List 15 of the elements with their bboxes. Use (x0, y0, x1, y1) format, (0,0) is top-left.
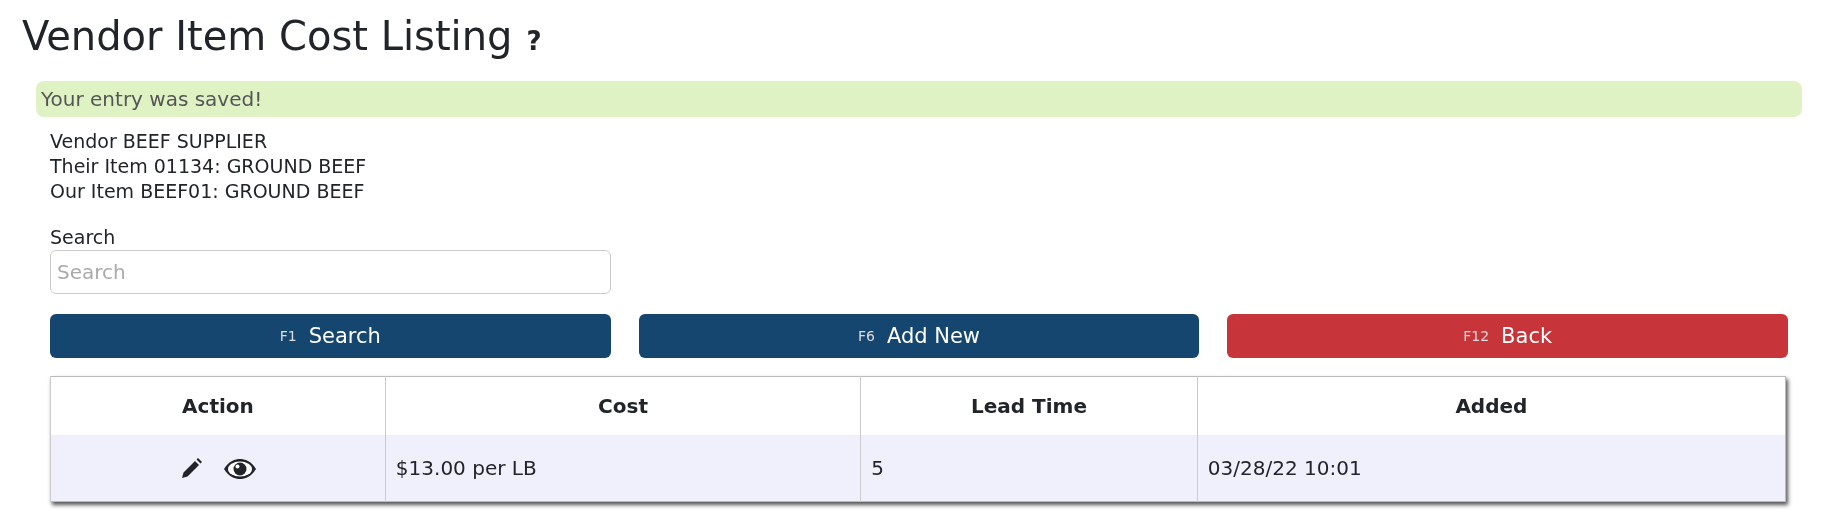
action-button[interactable]: F1 Search (50, 314, 611, 358)
action-button[interactable]: F12 Back (1227, 314, 1788, 358)
search-field[interactable]: Search (50, 250, 611, 294)
detail-line: Their Item 01134: GROUND BEEF (50, 154, 367, 179)
search-label: Search (50, 226, 117, 248)
help-icon[interactable]: ? (526, 17, 542, 65)
action-button[interactable]: F6 Add New (638, 314, 1200, 358)
eye-icon[interactable] (222, 457, 257, 480)
table-cell: 5 (860, 435, 1198, 502)
detail-line: Vendor BEEF SUPPLIER (50, 129, 268, 154)
detail-line: Our Item BEEF01: GROUND BEEF (50, 179, 365, 204)
success-alert: Your entry was saved! (36, 81, 1802, 117)
page-title: Vendor Item Cost Listing (22, 12, 513, 60)
table-cell: $13.00 per LB (385, 435, 861, 502)
table-cell: 03/28/22 10:01 (1197, 435, 1786, 502)
